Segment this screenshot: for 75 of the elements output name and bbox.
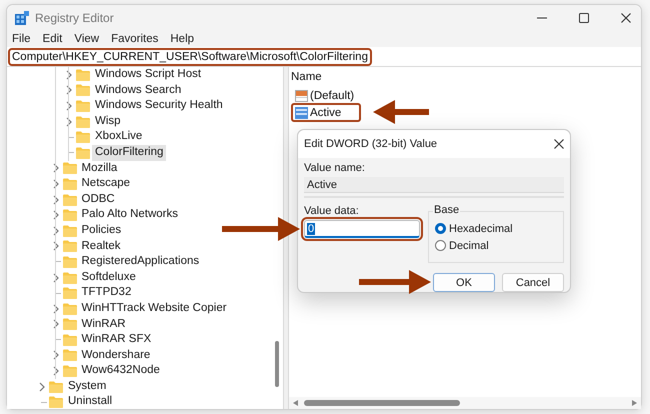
tree-item[interactable]: Palo Alto Networks xyxy=(78,207,182,223)
tree-item[interactable]: WinHTTrack Website Copier xyxy=(78,300,230,316)
tree-item[interactable]: WinRAR SFX xyxy=(78,332,154,348)
folder-icon xyxy=(76,131,90,144)
menu-item[interactable]: Edit xyxy=(42,33,62,45)
dialog-button[interactable]: OK xyxy=(433,273,495,292)
value-name[interactable]: (Default) xyxy=(310,90,354,102)
radio-button[interactable] xyxy=(435,240,446,251)
tree-item[interactable]: ColorFiltering xyxy=(92,144,166,161)
tree-item[interactable]: Uninstall xyxy=(65,394,116,409)
folder-icon xyxy=(76,68,90,81)
horizontal-scrollbar[interactable] xyxy=(289,397,641,409)
dialog-title: Edit DWORD (32-bit) Value xyxy=(304,138,438,150)
value-data-field[interactable]: 0 xyxy=(304,220,420,238)
folder-icon xyxy=(62,209,76,222)
scroll-left-icon[interactable] xyxy=(293,400,298,406)
tree-item[interactable]: Realtek xyxy=(78,238,124,254)
close-icon[interactable] xyxy=(554,139,564,149)
tree-item[interactable]: Wondershare xyxy=(78,348,154,364)
folder-icon xyxy=(62,194,76,206)
tree-item[interactable]: TFTPD32 xyxy=(78,285,134,301)
menu-item[interactable]: View xyxy=(74,33,100,45)
string-value-icon xyxy=(295,90,308,102)
address-bar[interactable]: Computer\HKEY_CURRENT_USER\Software\Microsoft\ColorFiltering xyxy=(8,48,372,66)
tree-item[interactable]: Windows Script Host xyxy=(92,67,204,83)
folder-icon xyxy=(62,302,76,315)
radio-label[interactable]: Decimal xyxy=(449,240,489,252)
folder-icon xyxy=(76,84,90,96)
menu-item[interactable]: Help xyxy=(170,33,194,45)
tree-item[interactable]: Netscape xyxy=(78,176,134,192)
binary-value-icon xyxy=(295,106,308,118)
tree-item[interactable]: Softdeluxe xyxy=(78,270,139,286)
folder-icon xyxy=(62,240,76,252)
tree-item[interactable]: Windows Security Health xyxy=(92,98,226,114)
tree-item[interactable]: XboxLive xyxy=(92,129,146,145)
folder-icon xyxy=(62,349,76,362)
field-label: Value name: xyxy=(304,162,366,174)
folder-icon xyxy=(62,256,76,268)
close-icon[interactable] xyxy=(621,13,631,23)
tree-item[interactable]: WinRAR xyxy=(78,316,129,332)
tree-item[interactable]: Mozilla xyxy=(78,160,120,176)
folder-icon xyxy=(76,116,90,128)
menu-item[interactable]: Favorites xyxy=(111,33,158,45)
menu-item[interactable]: File xyxy=(12,33,31,45)
app-icon xyxy=(15,11,29,25)
folder-icon xyxy=(76,146,90,159)
folder-icon xyxy=(62,162,76,174)
folder-icon xyxy=(62,224,76,237)
folder-icon xyxy=(76,100,90,112)
tree-item[interactable]: RegisteredApplications xyxy=(78,254,202,270)
group-label: Base xyxy=(433,204,460,216)
folder-icon xyxy=(62,287,76,300)
minimize-icon[interactable] xyxy=(537,17,547,19)
field-label: Value data: xyxy=(304,205,359,217)
tree-item[interactable]: Policies xyxy=(78,222,124,239)
folder-icon xyxy=(49,396,63,408)
radio-button[interactable] xyxy=(435,223,446,234)
folder-icon xyxy=(62,178,76,190)
folder-icon xyxy=(62,318,76,330)
folder-icon xyxy=(49,380,63,393)
folder-icon xyxy=(62,334,76,346)
tree-item[interactable]: System xyxy=(65,378,110,394)
tree-item[interactable]: Wisp xyxy=(92,114,124,130)
maximize-icon[interactable] xyxy=(579,13,589,23)
value-name-field: Active xyxy=(304,177,564,193)
radio-label[interactable]: Hexadecimal xyxy=(449,222,513,234)
folder-icon xyxy=(62,365,76,378)
scroll-right-icon[interactable] xyxy=(632,400,637,406)
folder-icon xyxy=(62,272,76,284)
tree-item[interactable]: Windows Search xyxy=(92,82,184,98)
window-title: Registry Editor xyxy=(35,11,114,25)
tree-item[interactable]: Wow6432Node xyxy=(78,363,163,379)
dialog-button[interactable]: Cancel xyxy=(502,273,564,292)
column-header[interactable]: Name xyxy=(291,71,322,83)
tree-item[interactable]: ODBC xyxy=(78,192,118,208)
